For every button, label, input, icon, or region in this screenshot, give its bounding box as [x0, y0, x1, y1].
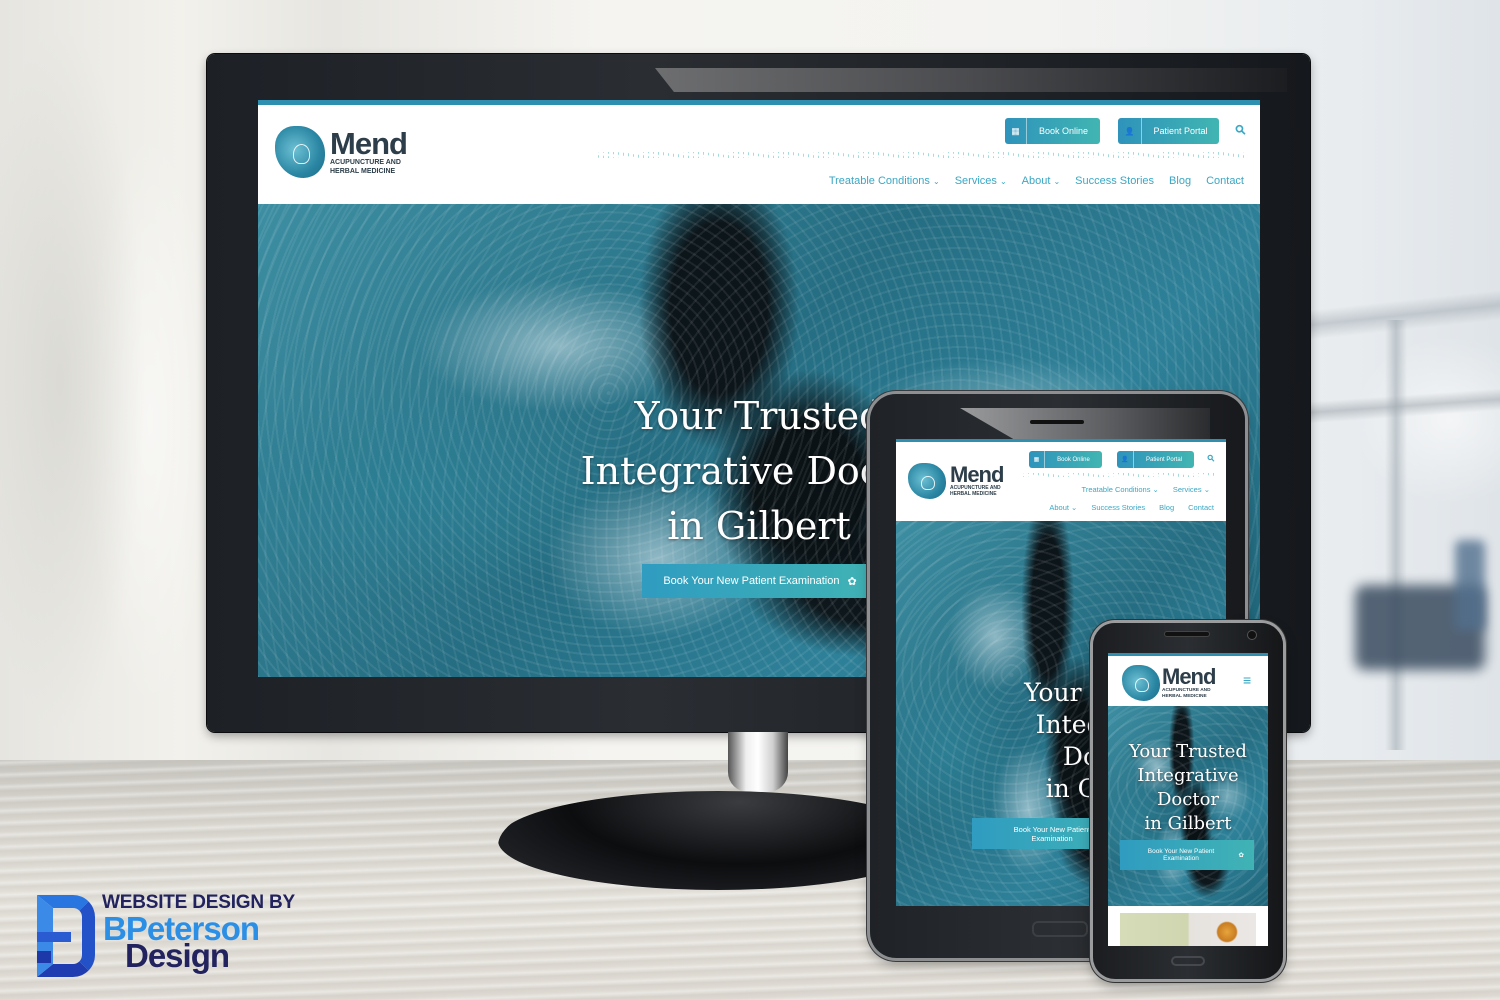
patient-portal-button[interactable]: 👤 Patient Portal	[1117, 451, 1194, 468]
designer-credit-badge: WEBSITE DESIGN BY BPeterson Design	[37, 890, 327, 982]
logo-tagline-2: HERBAL MEDICINE	[1162, 694, 1207, 699]
header-top-border	[258, 100, 1260, 105]
patient-portal-label: Patient Portal	[1145, 456, 1183, 463]
calendar-icon: ▦	[1005, 118, 1027, 144]
book-online-label: Book Online	[1057, 456, 1090, 463]
nav-contact[interactable]: Contact	[1188, 503, 1214, 512]
calendar-icon: ▦	[1029, 451, 1045, 468]
nav-about[interactable]: About ⌄	[1022, 175, 1061, 187]
logo-brand-name: Mend	[1162, 664, 1216, 690]
header-top-border	[896, 439, 1226, 442]
background-window-frame	[1385, 320, 1407, 750]
hero-section: Your Trusted Integrative Doctor in Gilbe…	[1108, 706, 1268, 906]
book-exam-cta-button[interactable]: Book Your New Patient Examination ✿	[642, 564, 878, 598]
hero-heading-line: Your Trusted	[1129, 741, 1247, 762]
logo-meditation-icon	[1122, 665, 1160, 701]
monitor-stand-neck	[728, 732, 788, 792]
background-chair	[1455, 540, 1485, 630]
lotus-icon: ✿	[1238, 852, 1244, 859]
user-lock-icon: 👤	[1118, 118, 1142, 144]
nav-blog[interactable]: Blog	[1169, 175, 1191, 187]
hero-heading-line: Doctor	[1156, 789, 1220, 810]
logo-brand-name: Mend	[950, 462, 1004, 488]
hero-heading-line: Integrative	[1137, 765, 1239, 786]
monitor-glare	[655, 68, 1287, 92]
cta-label: Book Your New Patient Examination	[1013, 824, 1091, 843]
hero-heading: Your Trusted Integrative Doctor in Gilbe…	[1108, 740, 1268, 836]
main-nav-row-1: Treatable Conditions ⌄ Services ⌄	[1082, 485, 1210, 494]
search-icon[interactable]: ⚲	[1232, 121, 1250, 139]
chevron-down-icon: ⌄	[1053, 177, 1061, 186]
nav-success-stories[interactable]: Success Stories	[1091, 503, 1145, 512]
b-logo-icon	[37, 895, 95, 977]
phone-screen: Mend ACUPUNCTURE AND HERBAL MEDICINE ≡ Y…	[1108, 653, 1268, 946]
nav-services[interactable]: Services ⌄	[955, 175, 1007, 187]
decorative-wave-divider	[596, 152, 1246, 158]
header-top-border	[1108, 653, 1268, 656]
book-exam-cta-button[interactable]: Book Your New Patient Examination ✿	[1120, 840, 1254, 870]
logo-tagline-2: HERBAL MEDICINE	[330, 167, 396, 175]
phone-home-button	[1171, 956, 1205, 966]
cta-label: Book Your New Patient Examination	[663, 575, 840, 587]
nav-treatable-conditions[interactable]: Treatable Conditions ⌄	[829, 175, 940, 187]
hamburger-menu-icon[interactable]: ≡	[1243, 672, 1251, 688]
nav-about[interactable]: About ⌄	[1049, 503, 1077, 512]
book-online-button[interactable]: ▦ Book Online	[1005, 118, 1100, 144]
book-online-button[interactable]: ▦ Book Online	[1029, 451, 1102, 468]
hero-heading-line: in Gilbert	[1144, 813, 1232, 834]
site-logo[interactable]: Mend ACUPUNCTURE AND HERBAL MEDICINE	[275, 126, 408, 178]
office-interior-photo	[1120, 913, 1256, 946]
main-nav: Treatable Conditions ⌄ Services ⌄ About …	[829, 175, 1244, 187]
nav-success-stories[interactable]: Success Stories	[1075, 175, 1154, 187]
lotus-icon: ✿	[847, 575, 857, 588]
phone-speaker	[1165, 632, 1209, 636]
logo-tagline-2: HERBAL MEDICINE	[950, 491, 997, 497]
nav-contact[interactable]: Contact	[1206, 175, 1244, 187]
tablet-speaker	[1030, 420, 1084, 424]
book-online-label: Book Online	[1038, 126, 1089, 136]
chevron-down-icon: ⌄	[933, 177, 940, 186]
nav-blog[interactable]: Blog	[1159, 503, 1174, 512]
credit-line-3: Design	[125, 937, 230, 974]
tablet-glare	[960, 408, 1210, 440]
nav-services[interactable]: Services ⌄	[1173, 485, 1210, 494]
site-logo[interactable]: Mend ACUPUNCTURE AND HERBAL MEDICINE	[1122, 664, 1216, 701]
logo-meditation-icon	[275, 126, 325, 178]
chevron-down-icon: ⌄	[1071, 503, 1078, 512]
patient-portal-button[interactable]: 👤 Patient Portal	[1118, 118, 1219, 144]
nav-treatable-conditions[interactable]: Treatable Conditions ⌄	[1082, 485, 1159, 494]
chevron-down-icon: ⌄	[999, 177, 1007, 186]
patient-portal-label: Patient Portal	[1153, 126, 1208, 136]
logo-tagline-1: ACUPUNCTURE AND	[330, 159, 401, 167]
phone-camera	[1248, 631, 1256, 639]
main-nav-row-2: About ⌄ Success Stories Blog Contact	[1049, 503, 1214, 512]
logo-meditation-icon	[908, 463, 946, 499]
site-logo[interactable]: Mend ACUPUNCTURE AND HERBAL MEDICINE	[908, 462, 1004, 499]
tablet-home-button	[1032, 921, 1088, 937]
decorative-wave-divider	[1021, 473, 1216, 477]
chevron-down-icon: ⌄	[1152, 485, 1159, 494]
logo-brand-name: Mend	[330, 126, 408, 162]
chevron-down-icon: ⌄	[1203, 485, 1210, 494]
search-icon[interactable]: ⚲	[1205, 452, 1217, 464]
cta-label: Book Your New Patient Examination	[1147, 848, 1215, 862]
phone-website: Mend ACUPUNCTURE AND HERBAL MEDICINE ≡ Y…	[1108, 653, 1268, 946]
user-lock-icon: 👤	[1117, 451, 1134, 468]
